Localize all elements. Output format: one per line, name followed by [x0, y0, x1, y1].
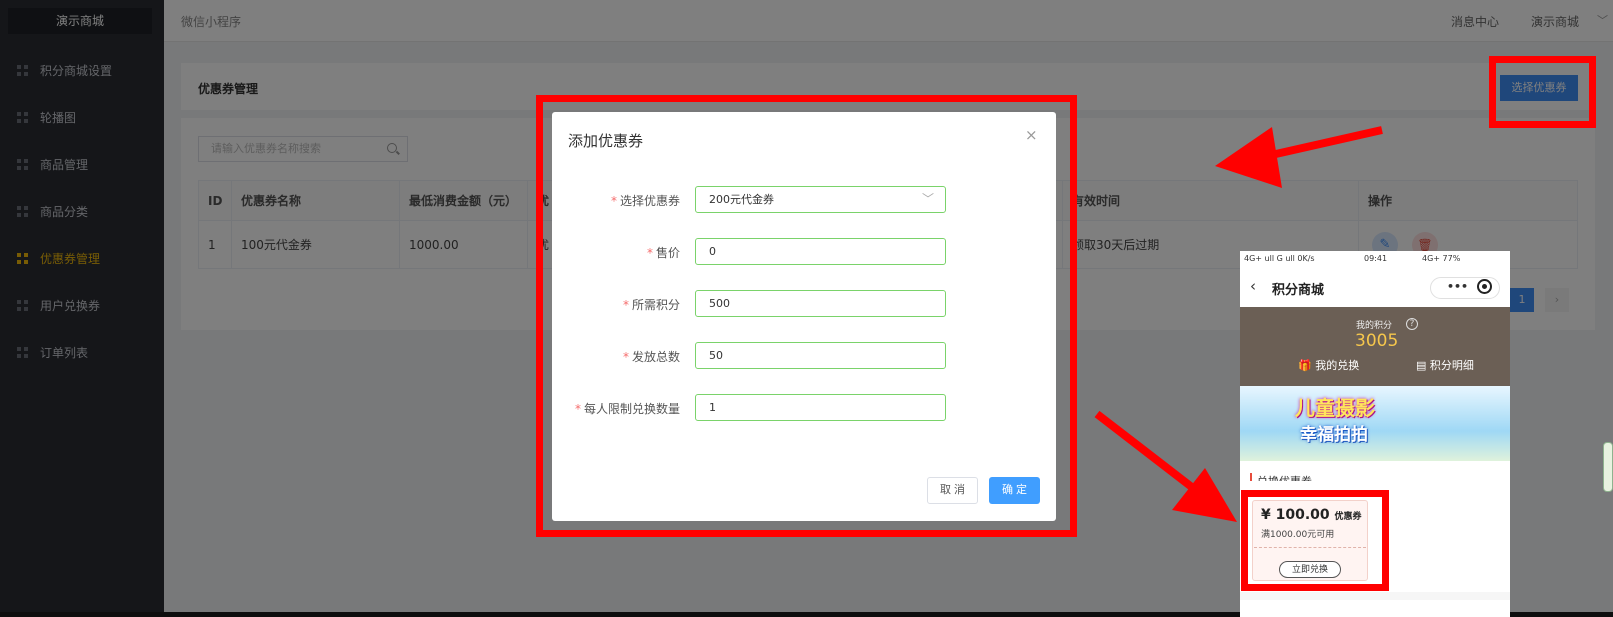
banner-title: 儿童摄影: [1295, 396, 1375, 420]
phone-status-bar: 4G+ ull G ull 0K/s 09:41 4G+ 77%: [1240, 251, 1510, 267]
next-section: [1240, 600, 1510, 617]
points-value: 3005: [1355, 331, 1399, 351]
list-icon: ▤: [1416, 359, 1430, 372]
banner-image[interactable]: 儿童摄影 幸福拍拍: [1240, 386, 1510, 461]
gift-icon: 🎁: [1298, 359, 1316, 372]
scrollbar-handle[interactable]: [1603, 442, 1613, 492]
status-time: 09:41: [1364, 254, 1388, 263]
banner-subtitle: 幸福拍拍: [1300, 425, 1368, 445]
my-exchange-link[interactable]: 🎁 我的兑换: [1298, 357, 1359, 373]
signal-status: 4G+ ull G ull 0K/s: [1244, 254, 1315, 263]
points-detail-link[interactable]: ▤ 积分明细: [1416, 357, 1474, 373]
highlight-coupon-box: [1241, 490, 1389, 591]
battery-status: 4G+ 77%: [1422, 254, 1461, 263]
points-label: 我的积分: [1356, 321, 1393, 331]
points-panel: 我的积分 ? 3005 🎁 我的兑换 ▤ 积分明细: [1240, 307, 1510, 386]
highlight-dialog-box: [536, 95, 1077, 537]
close-target-icon[interactable]: [1477, 279, 1492, 294]
help-icon[interactable]: ?: [1406, 318, 1418, 330]
more-icon[interactable]: •••: [1447, 280, 1468, 293]
back-icon[interactable]: ‹: [1250, 277, 1256, 295]
highlight-choose-button-box: [1489, 56, 1596, 128]
phone-nav-bar: ‹ 积分商城 •••: [1240, 267, 1510, 307]
phone-nav-title: 积分商城: [1272, 283, 1325, 298]
